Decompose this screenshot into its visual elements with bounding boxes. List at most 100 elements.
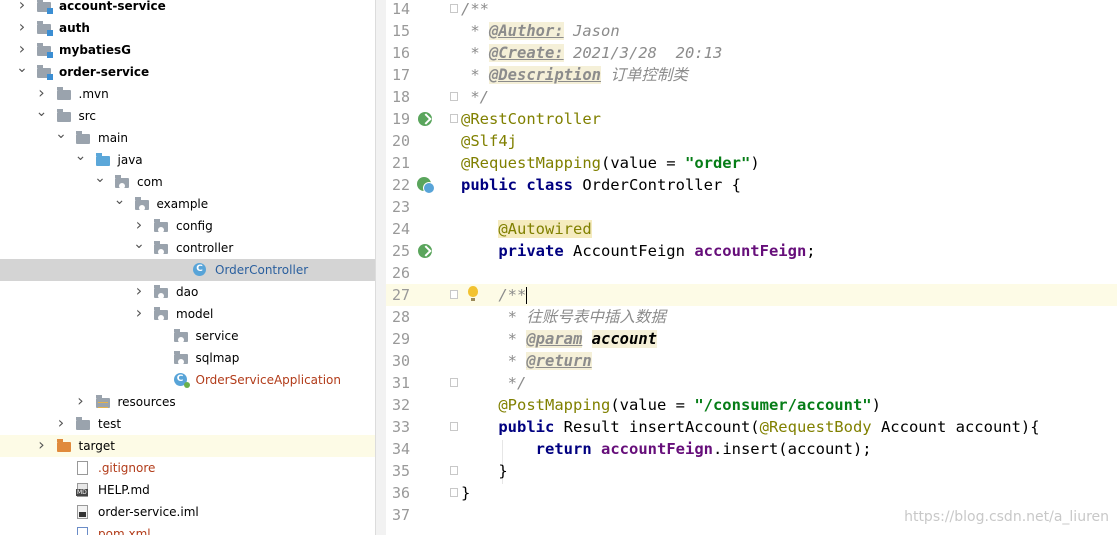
tree-item-model[interactable]: › model xyxy=(0,303,375,325)
tree-item-label: controller xyxy=(176,241,234,255)
code-line[interactable]: 17 * @Description 订单控制类 xyxy=(386,64,1117,86)
tree-item-help-md[interactable]: MD HELP.md xyxy=(0,479,375,501)
tree-item-java[interactable]: ⌄ java xyxy=(0,148,375,171)
fold-marker-icon[interactable] xyxy=(450,92,458,101)
tree-item-example[interactable]: ⌄ example xyxy=(0,192,375,215)
tree-item-label: auth xyxy=(59,21,90,35)
code-text: * 往账号表中插入数据 xyxy=(461,308,666,326)
code-line[interactable]: 24 @Autowired xyxy=(386,218,1117,240)
code-line[interactable]: 21 @RequestMapping(value = "order") xyxy=(386,152,1117,174)
code-line[interactable]: 18 */ xyxy=(386,86,1117,108)
code-line[interactable]: 36} xyxy=(386,482,1117,504)
tree-item-gitignore[interactable]: .gitignore xyxy=(0,457,375,479)
chevron-right-icon[interactable]: › xyxy=(35,437,49,453)
fold-marker-icon[interactable] xyxy=(450,466,458,475)
code-line[interactable]: 26 xyxy=(386,262,1117,284)
line-number: 30 xyxy=(392,352,411,370)
chevron-down-icon[interactable]: ⌄ xyxy=(113,192,127,208)
tree-item-pom-xml[interactable]: pom.xml xyxy=(0,523,375,535)
tree-item-resources[interactable]: › resources xyxy=(0,391,375,413)
tree-item-orderserviceapplication[interactable]: C OrderServiceApplication xyxy=(0,369,375,391)
tree-item-order-service-iml[interactable]: order-service.iml xyxy=(0,501,375,523)
code-line[interactable]: 25 private AccountFeign accountFeign; xyxy=(386,240,1117,262)
iml-file-icon xyxy=(75,504,91,519)
tree-item-label: java xyxy=(117,153,143,167)
code-line[interactable]: 14 /** xyxy=(386,0,1117,20)
tree-item-account-service[interactable]: › account-service xyxy=(0,0,375,17)
line-number: 22 xyxy=(392,176,411,194)
chevron-down-icon[interactable]: ⌄ xyxy=(74,148,88,164)
tree-item-com[interactable]: ⌄ com xyxy=(0,170,375,193)
excluded-folder-icon xyxy=(56,438,72,453)
code-line[interactable]: 29 * @param account xyxy=(386,328,1117,350)
code-line[interactable]: 30 * @return xyxy=(386,350,1117,372)
code-line[interactable]: 34 return accountFeign.insert(account); xyxy=(386,438,1117,460)
code-line[interactable]: 35 } xyxy=(386,460,1117,482)
tree-item-test[interactable]: › test xyxy=(0,413,375,435)
tree-item-main[interactable]: ⌄ main xyxy=(0,126,375,149)
chevron-down-icon[interactable]: ⌄ xyxy=(15,60,29,76)
chevron-right-icon[interactable]: › xyxy=(54,415,68,431)
fold-marker-icon[interactable] xyxy=(450,422,458,431)
chevron-down-icon[interactable]: ⌄ xyxy=(54,126,68,142)
fold-marker-icon[interactable] xyxy=(450,290,458,299)
fold-marker-icon[interactable] xyxy=(450,488,458,497)
code-line[interactable]: 32 @PostMapping(value = "/consumer/accou… xyxy=(386,394,1117,416)
tree-item-src[interactable]: ⌄ src xyxy=(0,104,375,127)
chevron-down-icon[interactable]: ⌄ xyxy=(93,170,107,186)
folder-icon xyxy=(75,130,91,145)
tree-item-label: com xyxy=(137,175,163,189)
code-line[interactable]: 19 @RestController xyxy=(386,108,1117,130)
tree-item-mybatiesg[interactable]: › mybatiesG xyxy=(0,39,375,61)
chevron-right-icon[interactable]: › xyxy=(132,305,146,321)
tree-item-controller[interactable]: ⌄ controller xyxy=(0,236,375,259)
chevron-right-icon[interactable]: › xyxy=(15,41,29,57)
chevron-right-icon[interactable]: › xyxy=(15,19,29,35)
code-text: } xyxy=(461,462,508,480)
chevron-down-icon[interactable]: ⌄ xyxy=(132,236,146,252)
line-number: 32 xyxy=(392,396,411,414)
code-line[interactable]: 28 * 往账号表中插入数据 xyxy=(386,306,1117,328)
line-number: 36 xyxy=(392,484,411,502)
run-icon[interactable] xyxy=(417,111,433,127)
tree-item-service[interactable]: service xyxy=(0,325,375,347)
code-line[interactable]: 16 * @Create: 2021/3/28 20:13 xyxy=(386,42,1117,64)
package-icon xyxy=(153,306,169,321)
markdown-file-icon: MD xyxy=(75,482,91,497)
fold-marker-icon[interactable] xyxy=(450,4,458,13)
bean-icon[interactable] xyxy=(417,243,433,259)
chevron-right-icon[interactable]: › xyxy=(74,393,88,409)
chevron-right-icon[interactable]: › xyxy=(35,85,49,101)
code-line[interactable]: 20 @Slf4j xyxy=(386,130,1117,152)
line-number: 17 xyxy=(392,66,411,84)
code-line[interactable]: 15 * @Author: Jason xyxy=(386,20,1117,42)
package-icon xyxy=(134,196,150,211)
code-line[interactable]: 22 public class OrderController { xyxy=(386,174,1117,196)
tree-item-label: model xyxy=(176,307,214,321)
code-line[interactable]: 23 xyxy=(386,196,1117,218)
fold-marker-icon[interactable] xyxy=(450,378,458,387)
chevron-right-icon[interactable]: › xyxy=(15,0,29,13)
tree-item-config[interactable]: › config xyxy=(0,215,375,237)
code-editor[interactable]: 14/** 15 * @Author: Jason 16 * @Create: 20… xyxy=(386,0,1117,535)
tree-item-target[interactable]: › target xyxy=(0,435,375,457)
line-number: 24 xyxy=(392,220,411,238)
chevron-down-icon[interactable]: ⌄ xyxy=(35,104,49,120)
code-line[interactable]: 33 public Result insertAccount(@RequestB… xyxy=(386,416,1117,438)
tree-item-auth[interactable]: › auth xyxy=(0,17,375,39)
chevron-right-icon[interactable]: › xyxy=(132,217,146,233)
tree-item-sqlmap[interactable]: sqlmap xyxy=(0,347,375,369)
tree-item-mvn[interactable]: › .mvn xyxy=(0,83,375,105)
code-line[interactable]: 31 */ xyxy=(386,372,1117,394)
chevron-right-icon[interactable]: › xyxy=(132,283,146,299)
tree-item-order-service[interactable]: ⌄ order-service xyxy=(0,60,375,83)
class-icon[interactable] xyxy=(417,177,435,194)
tree-item-dao[interactable]: › dao xyxy=(0,281,375,303)
code-line[interactable]: 27 /** xyxy=(386,284,1117,306)
tree-item-label: dao xyxy=(176,285,199,299)
line-number: 29 xyxy=(392,330,411,348)
fold-marker-icon[interactable] xyxy=(450,114,458,123)
package-icon xyxy=(153,218,169,233)
tree-item-ordercontroller[interactable]: C OrderController xyxy=(0,259,375,281)
tree-item-label: mybatiesG xyxy=(59,43,131,57)
